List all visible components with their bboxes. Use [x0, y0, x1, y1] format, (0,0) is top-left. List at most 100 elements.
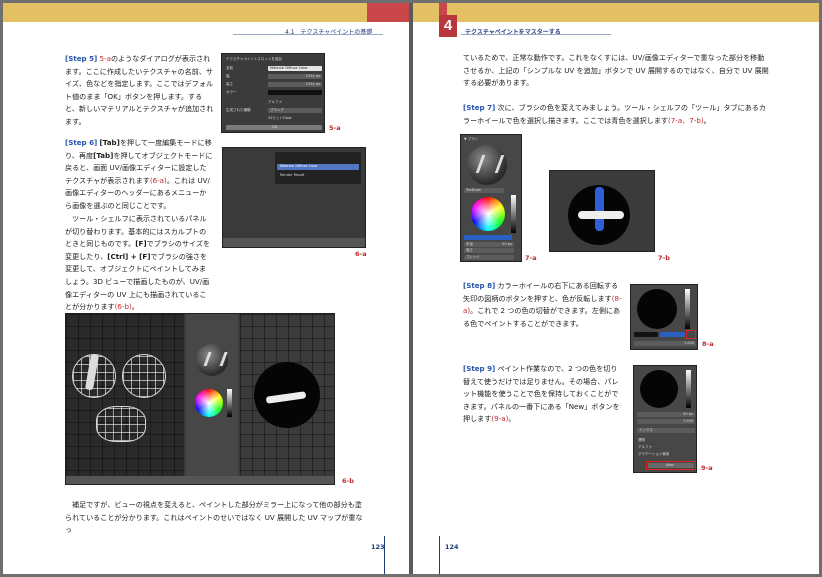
- palette-option-3[interactable]: グラデーション使用: [638, 452, 669, 457]
- uv-editor-viewport: [66, 314, 184, 476]
- step6-paragraph: [Step 6] [Tab]を押して一度編集モードに移り、再度[Tab]を押して…: [65, 137, 213, 213]
- dialog-ok-label: OK: [272, 125, 278, 129]
- dialog-width-field[interactable]: 1024 px: [268, 74, 322, 79]
- caption-6b: 6-b: [342, 477, 354, 485]
- step6-ref2: (6-b): [114, 302, 132, 312]
- left-header-rule: [233, 34, 383, 35]
- secondary-swatch-8a[interactable]: [660, 332, 685, 337]
- step6-key-f: [F]: [135, 239, 147, 249]
- step5-ref: 5-a: [99, 54, 111, 63]
- value-slider-9a[interactable]: [686, 370, 691, 408]
- blend-label: ブレンド: [466, 255, 480, 259]
- brush-select[interactable]: TexDraw: [464, 188, 504, 193]
- step7-paragraph: [Step 7] 次に、ブラシの色を変えてみましょう。ツール・シェルフの「ツール…: [463, 102, 769, 127]
- dialog-screenshot: テクスチャペイントスロットを追加 名前 Material Diffuse Col…: [221, 53, 325, 133]
- step7-ref: (7-a、7-b): [668, 115, 704, 125]
- dialog-height-value: 1024 px: [305, 82, 320, 86]
- radius-field-9a[interactable]: 50 px: [637, 412, 695, 417]
- primary-color-swatch[interactable]: [464, 235, 512, 240]
- right-header-bar: [413, 3, 819, 22]
- step7-tag: [Step 7]: [463, 103, 496, 112]
- swap-colors-button[interactable]: [686, 330, 696, 339]
- caption-6a: 6-a: [355, 250, 367, 258]
- uv-island-bottom: [96, 406, 146, 442]
- brush-preview-icon-7a[interactable]: [467, 145, 507, 185]
- white-stroke-horizontal: [578, 211, 624, 219]
- black-color-wheel-8a[interactable]: [637, 289, 677, 329]
- dialog-color-label: カラー: [226, 90, 237, 94]
- strength-field-8a[interactable]: 1.000: [634, 341, 696, 346]
- uv-sphere-right: [122, 354, 166, 398]
- step6-text-g: 。: [131, 302, 139, 312]
- step8-paragraph: [Step 8] カラーホイールの右下にある回転する矢印の図柄のボタンを押すと、…: [463, 280, 623, 330]
- step6-ref1: (6-a): [149, 175, 167, 185]
- tool-shelf: [186, 314, 238, 476]
- dialog-type-label: 生成された種類: [226, 108, 251, 112]
- right-page-number: 124: [445, 543, 459, 551]
- brush-panel-screenshot: ▼ ブラシ TexDraw 半径 50 px 強さ ブレンド: [460, 134, 522, 262]
- radius-value: 50 px: [502, 242, 512, 246]
- new-button-highlight: [646, 461, 696, 470]
- dialog-width-value: 1024 px: [305, 74, 320, 78]
- brush-name: TexDraw: [466, 188, 481, 192]
- color-swap-screenshot: 1.000: [630, 284, 698, 350]
- brush-panel-label: ▼ ブラシ: [464, 137, 479, 141]
- dialog-title: テクスチャペイントスロットを追加: [226, 57, 282, 61]
- menu-item-render-result[interactable]: Render Result: [280, 173, 304, 177]
- dialog-name-label: 名前: [226, 66, 233, 70]
- blend-value-9a: ミックス: [639, 428, 653, 432]
- black-color-wheel-9a[interactable]: [640, 370, 678, 408]
- dialog-name-field[interactable]: Material Diffuse Color: [268, 66, 322, 71]
- dialog-type-value: ブランク: [270, 108, 284, 112]
- dialog-alpha-label[interactable]: アルファ: [268, 100, 282, 105]
- step9-paragraph: [Step 9] ペイント作業なので、2 つの色を切り替えて使うだけでは足りませ…: [463, 363, 623, 426]
- blend-select-9a[interactable]: ミックス: [637, 428, 695, 433]
- palette-option-2[interactable]: アルファ: [638, 445, 652, 450]
- dialog-type-select[interactable]: ブランク: [268, 108, 322, 113]
- caption-5a: 5-a: [329, 124, 341, 132]
- dialog-color-swatch[interactable]: [268, 90, 322, 95]
- primary-swatch-8a[interactable]: [634, 332, 658, 337]
- dialog-ok-button[interactable]: OK: [226, 125, 322, 130]
- blue-stroke-vertical: [595, 187, 604, 231]
- step9-ref: (9-a): [491, 414, 509, 424]
- dialog-height-field[interactable]: 1024 px: [268, 82, 322, 87]
- step5-text: のようなダイアログが表示されます。ここに作成したいテクスチャの名前、サイズ、色な…: [65, 54, 214, 126]
- step5-paragraph: [Step 5] 5-aのようなダイアログが表示されます。ここに作成したいテクス…: [65, 53, 215, 129]
- value-slider-7a[interactable]: [511, 195, 516, 233]
- strength-field-9a[interactable]: 1.000: [637, 419, 695, 424]
- left-header-bar: [3, 3, 409, 22]
- step9-end: 。: [508, 414, 516, 424]
- menu-screenshot: Material Diffuse Color Render Result: [222, 147, 366, 248]
- brush-preview-icon[interactable]: [196, 344, 228, 376]
- dialog-float-label[interactable]: 32ビットFloat: [268, 116, 292, 121]
- step7-end: 。: [703, 115, 711, 125]
- strength-field[interactable]: 強さ: [464, 248, 514, 253]
- caption-7b: 7-b: [658, 254, 670, 262]
- step9-tag: [Step 9]: [463, 364, 496, 373]
- chapter-number: 4: [439, 15, 457, 37]
- strength-value-9a: 1.000: [682, 419, 693, 423]
- color-wheel-7a[interactable]: [471, 197, 505, 231]
- right-page: 4 テクスチャペイントをマスターする ているためで、正常な動作です。これをなくす…: [413, 3, 819, 574]
- radius-value-9a: 50 px: [683, 412, 693, 416]
- menu-item-diffuse[interactable]: Material Diffuse Color: [277, 164, 359, 170]
- color-wheel-6b[interactable]: [195, 389, 223, 417]
- viewport-7b-screenshot: [549, 170, 655, 252]
- radius-label: 半径: [466, 242, 473, 246]
- blend-select[interactable]: ブレンド: [464, 255, 514, 260]
- step6-key-tab1: [Tab]: [99, 138, 120, 147]
- palette-option-1[interactable]: 透明: [638, 438, 645, 443]
- image-menu: Material Diffuse Color Render Result: [275, 152, 361, 184]
- step6-key-tab2: [Tab]: [93, 150, 114, 160]
- left-header-accent: [367, 3, 409, 22]
- dialog-name-value: Material Diffuse Color: [270, 66, 308, 70]
- step8-text2: 。これで 2 つの色の切替ができます。左側にある色でペイントすることができます。: [463, 306, 621, 328]
- palette-screenshot: 50 px 1.000 ミックス 透明 アルファ グラデーション使用 New: [633, 365, 697, 473]
- right-header-rule: [461, 34, 611, 35]
- intro-paragraph: ているためで、正常な動作です。これをなくすには、UV/画像エディターで重なった部…: [463, 53, 769, 88]
- value-slider-6b[interactable]: [227, 389, 232, 417]
- step6-key-ctrl: [Ctrl] + [F]: [107, 251, 151, 261]
- radius-field[interactable]: 半径 50 px: [464, 242, 514, 247]
- value-slider-8a[interactable]: [685, 289, 690, 329]
